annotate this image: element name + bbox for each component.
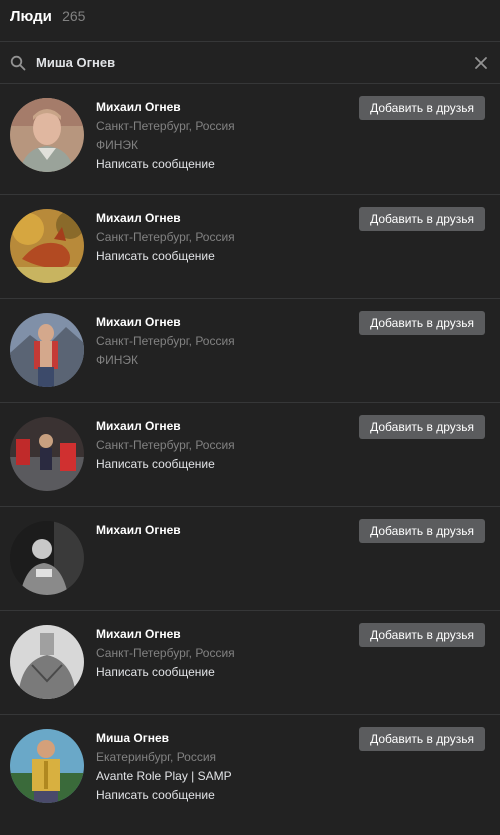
list-item: Михаил Огнев Санкт-Петербург, Россия Нап… xyxy=(0,611,500,715)
people-header: Люди 265 xyxy=(0,0,500,42)
write-message-link[interactable]: Написать сообщение xyxy=(96,786,359,805)
person-name[interactable]: Михаил Огнев xyxy=(96,313,359,332)
avatar[interactable] xyxy=(10,313,84,387)
person-group[interactable]: Avante Role Play | SAMP xyxy=(96,767,359,786)
person-name[interactable]: Михаил Огнев xyxy=(96,209,359,228)
list-item: Миша Огнев Екатеринбург, Россия Avante R… xyxy=(0,715,500,835)
person-info: Миша Огнев Екатеринбург, Россия Avante R… xyxy=(96,727,359,805)
add-friend-button[interactable]: Добавить в друзья xyxy=(359,623,485,647)
person-name[interactable]: Михаил Огнев xyxy=(96,521,359,540)
list-item: Михаил Огнев Санкт-Петербург, Россия Нап… xyxy=(0,403,500,507)
list-item: Михаил Огнев Санкт-Петербург, Россия ФИН… xyxy=(0,84,500,195)
person-info: Михаил Огнев xyxy=(96,519,359,540)
avatar[interactable] xyxy=(10,98,84,172)
person-name[interactable]: Михаил Огнев xyxy=(96,98,359,117)
search-icon[interactable] xyxy=(10,55,26,71)
avatar[interactable] xyxy=(10,209,84,283)
person-location: Санкт-Петербург, Россия xyxy=(96,334,235,348)
person-name[interactable]: Михаил Огнев xyxy=(96,625,359,644)
person-info: Михаил Огнев Санкт-Петербург, Россия Нап… xyxy=(96,415,359,474)
avatar[interactable] xyxy=(10,625,84,699)
search-bar xyxy=(0,42,500,84)
person-location: Санкт-Петербург, Россия xyxy=(96,438,235,452)
write-message-link[interactable]: Написать сообщение xyxy=(96,663,359,682)
page-title: Люди xyxy=(10,8,52,25)
list-item: Михаил Огнев Санкт-Петербург, Россия ФИН… xyxy=(0,299,500,403)
person-name[interactable]: Миша Огнев xyxy=(96,729,359,748)
list-item: Михаил Огнев Санкт-Петербург, Россия Нап… xyxy=(0,195,500,299)
person-info: Михаил Огнев Санкт-Петербург, Россия ФИН… xyxy=(96,96,359,174)
person-location: Санкт-Петербург, Россия xyxy=(96,119,235,133)
add-friend-button[interactable]: Добавить в друзья xyxy=(359,727,485,751)
person-info: Михаил Огнев Санкт-Петербург, Россия ФИН… xyxy=(96,311,359,370)
write-message-link[interactable]: Написать сообщение xyxy=(96,247,359,266)
add-friend-button[interactable]: Добавить в друзья xyxy=(359,311,485,335)
close-icon[interactable] xyxy=(472,54,490,72)
person-location: Санкт-Петербург, Россия xyxy=(96,646,235,660)
avatar[interactable] xyxy=(10,729,84,803)
people-list: Михаил Огнев Санкт-Петербург, Россия ФИН… xyxy=(0,84,500,835)
search-input[interactable] xyxy=(36,55,464,70)
add-friend-button[interactable]: Добавить в друзья xyxy=(359,96,485,120)
person-name[interactable]: Михаил Огнев xyxy=(96,417,359,436)
avatar[interactable] xyxy=(10,521,84,595)
people-count: 265 xyxy=(62,8,86,24)
write-message-link[interactable]: Написать сообщение xyxy=(96,455,359,474)
add-friend-button[interactable]: Добавить в друзья xyxy=(359,519,485,543)
person-location: Санкт-Петербург, Россия xyxy=(96,230,235,244)
add-friend-button[interactable]: Добавить в друзья xyxy=(359,207,485,231)
person-university: ФИНЭК xyxy=(96,138,139,152)
avatar[interactable] xyxy=(10,417,84,491)
person-location: Екатеринбург, Россия xyxy=(96,750,217,764)
person-university: ФИНЭК xyxy=(96,353,139,367)
list-item: Михаил Огнев Добавить в друзья xyxy=(0,507,500,611)
person-info: Михаил Огнев Санкт-Петербург, Россия Нап… xyxy=(96,623,359,682)
add-friend-button[interactable]: Добавить в друзья xyxy=(359,415,485,439)
person-info: Михаил Огнев Санкт-Петербург, Россия Нап… xyxy=(96,207,359,266)
write-message-link[interactable]: Написать сообщение xyxy=(96,155,359,174)
